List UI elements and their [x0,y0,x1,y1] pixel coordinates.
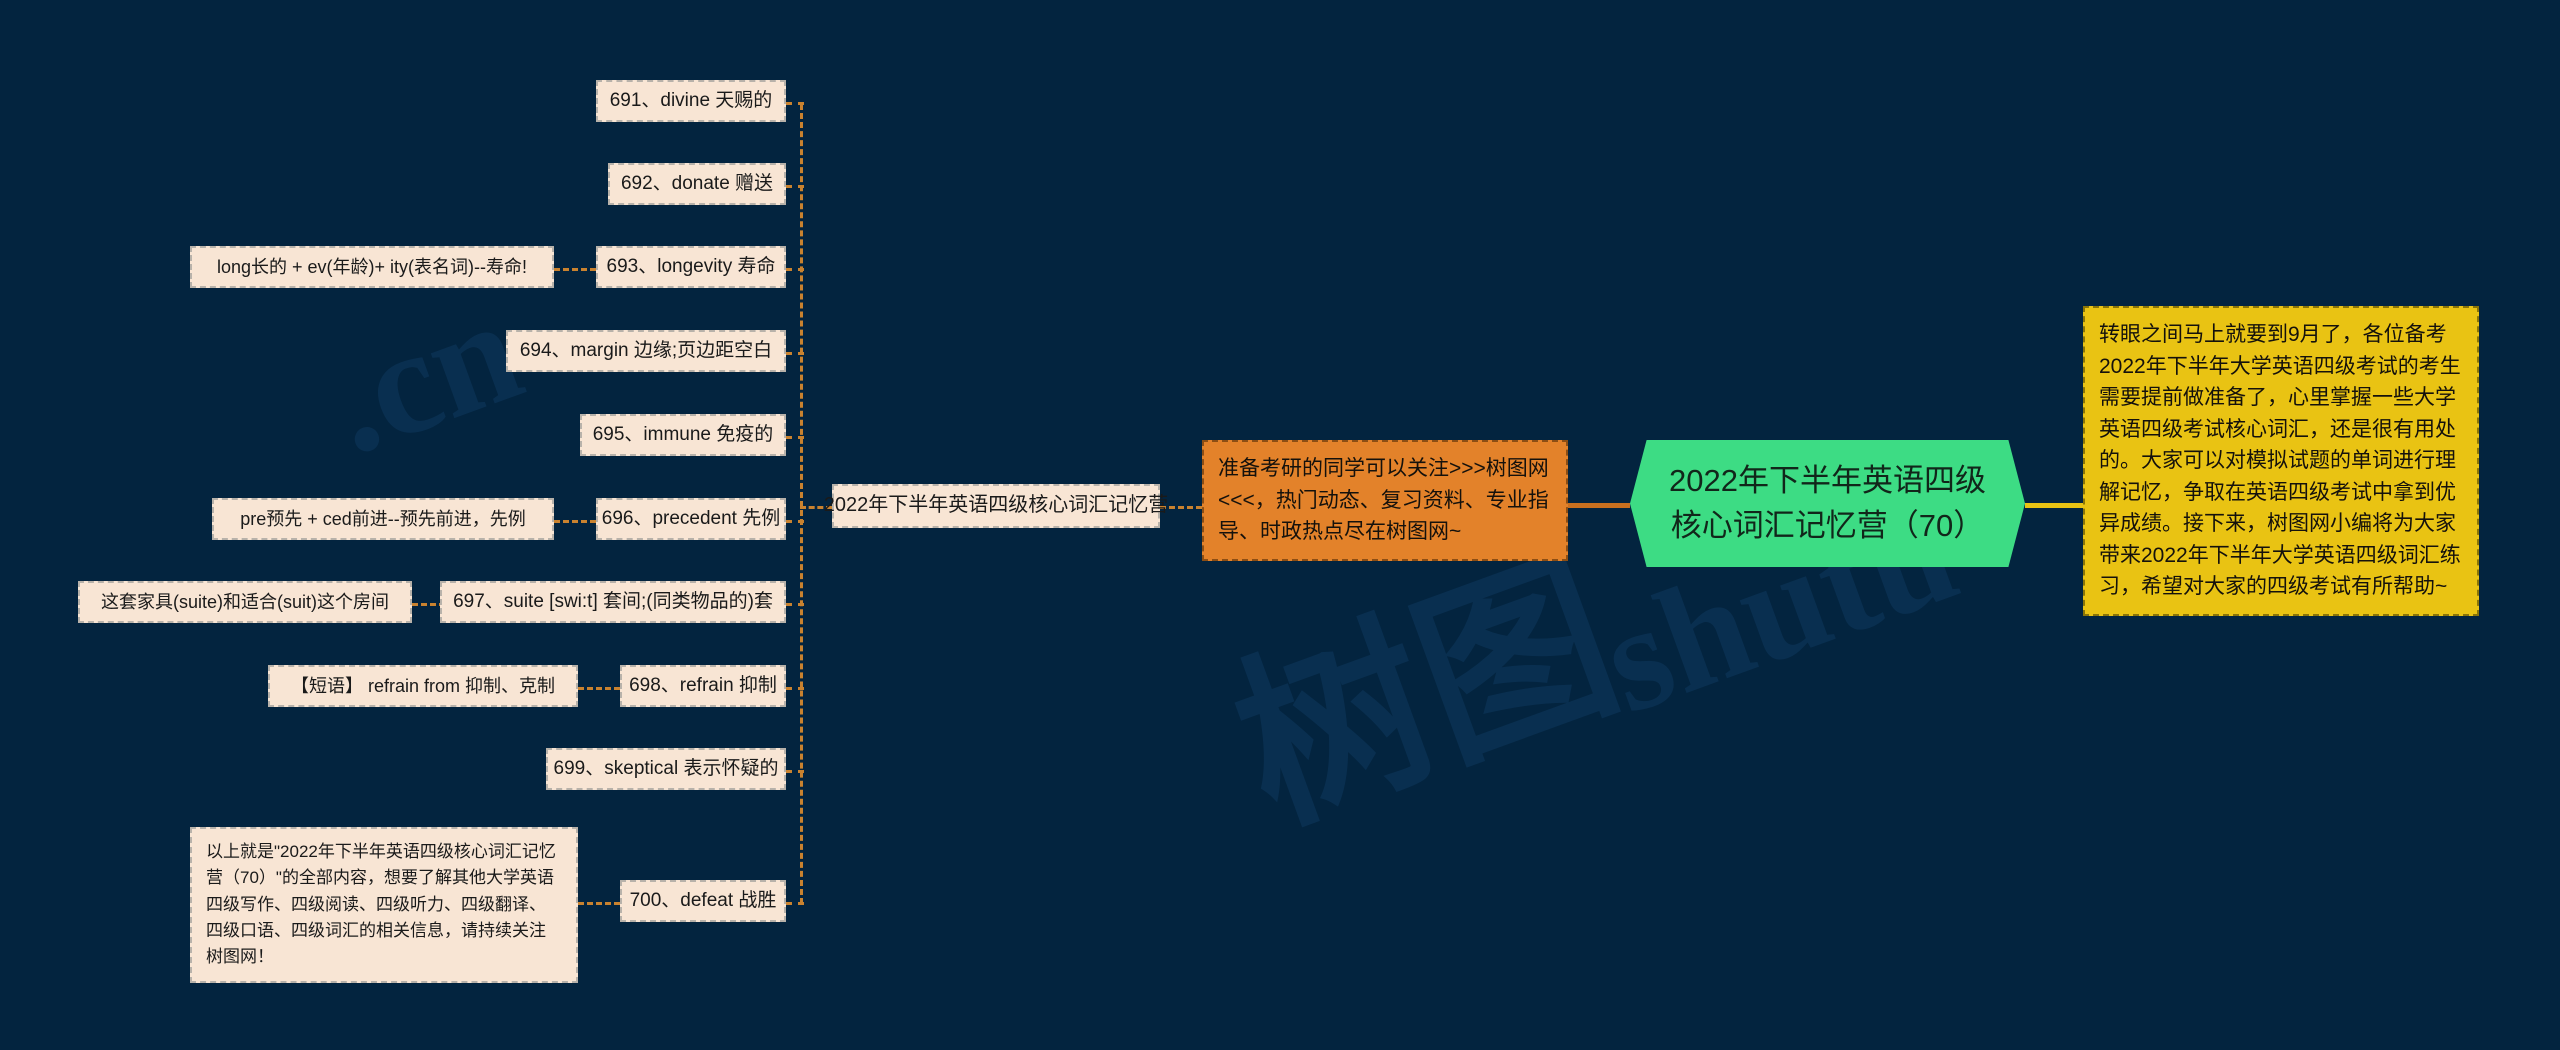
word-card-696[interactable]: 696、precedent 先例 [596,498,786,540]
promo-card-label: 准备考研的同学可以关注>>>树图网<<<，热门动态、复习资料、专业指导、时政热点… [1218,457,1549,543]
mindmap-canvas: .cn 树图 shutu 691、divine 天赐的 692、donate 赠… [0,0,2560,1050]
connector-note-2 [554,520,596,523]
word-card-label: 697、suite [swi:t] 套间;(同类物品的)套 [453,590,773,612]
word-card-694[interactable]: 694、margin 边缘;页边距空白 [506,330,786,372]
connector-word-stub-6 [786,520,804,523]
word-card-label: 695、immune 免疫的 [592,423,774,445]
note-card-refrain[interactable]: 【短语】 refrain from 抑制、克制 [268,665,578,707]
note-card-suite[interactable]: 这套家具(suite)和适合(suit)这个房间 [78,581,412,623]
word-card-699[interactable]: 699、skeptical 表示怀疑的 [546,748,786,790]
connector-outro [578,902,620,905]
word-card-700[interactable]: 700、defeat 战胜 [620,880,786,922]
promo-card[interactable]: 准备考研的同学可以关注>>>树图网<<<，热门动态、复习资料、专业指导、时政热点… [1202,440,1568,561]
connector-word-stub-1 [786,102,804,105]
connector-note-4 [578,687,620,690]
note-card-label: 这套家具(suite)和适合(suit)这个房间 [100,591,389,612]
connector-root-to-intro [2025,503,2083,508]
connector-word-stub-9 [786,770,804,773]
topic-card-label: 2022年下半年英语四级核心词汇记忆营 [823,494,1169,517]
watermark-text-1: .cn [307,265,541,487]
word-card-label: 700、defeat 战胜 [629,889,777,911]
note-card-precedent[interactable]: pre预先 + ced前进--预先前进，先例 [212,498,554,540]
connector-word-stub-3 [786,268,804,271]
intro-card[interactable]: 转眼之间马上就要到9月了，各位备考2022年下半年大学英语四级考试的考生需要提前… [2083,306,2479,616]
word-card-691[interactable]: 691、divine 天赐的 [596,80,786,122]
note-card-label: 【短语】 refrain from 抑制、克制 [290,675,556,696]
connector-word-stub-7 [786,603,804,606]
word-card-label: 696、precedent 先例 [601,507,781,529]
connector-word-trunk [800,104,803,904]
connector-word-stub-5 [786,436,804,439]
root-node-label: 2022年下半年英语四级核心词汇记忆营（70） [1669,463,1986,543]
word-card-label: 698、refrain 抑制 [629,674,777,696]
connector-word-stub-2 [786,185,804,188]
connector-note-1 [554,268,596,271]
outro-card-label: 以上就是"2022年下半年英语四级核心词汇记忆营（70）"的全部内容，想要了解其… [206,842,556,967]
connector-word-stub-8 [786,687,804,690]
word-card-698[interactable]: 698、refrain 抑制 [620,665,786,707]
word-card-label: 694、margin 边缘;页边距空白 [519,339,773,361]
intro-card-label: 转眼之间马上就要到9月了，各位备考2022年下半年大学英语四级考试的考生需要提前… [2099,323,2461,598]
note-card-longevity[interactable]: long长的 + ev(年龄)+ ity(表名词)--寿命! [190,246,554,288]
word-card-label: 691、divine 天赐的 [609,89,773,111]
note-card-label: long长的 + ev(年龄)+ ity(表名词)--寿命! [216,256,528,277]
word-card-label: 699、skeptical 表示怀疑的 [553,757,779,779]
connector-word-stub-10 [786,902,804,905]
connector-promo-to-root [1568,503,1630,508]
word-card-label: 693、longevity 寿命 [606,255,776,277]
word-card-692[interactable]: 692、donate 赠送 [608,163,786,205]
word-card-695[interactable]: 695、immune 免疫的 [580,414,786,456]
note-card-label: pre预先 + ced前进--预先前进，先例 [240,508,526,529]
connector-word-stub-4 [786,352,804,355]
outro-card[interactable]: 以上就是"2022年下半年英语四级核心词汇记忆营（70）"的全部内容，想要了解其… [190,827,578,983]
word-card-697[interactable]: 697、suite [swi:t] 套间;(同类物品的)套 [440,581,786,623]
root-node[interactable]: 2022年下半年英语四级核心词汇记忆营（70） [1630,440,2025,567]
word-card-693[interactable]: 693、longevity 寿命 [596,246,786,288]
topic-card[interactable]: 2022年下半年英语四级核心词汇记忆营 [824,484,1168,528]
word-card-label: 692、donate 赠送 [620,172,774,194]
